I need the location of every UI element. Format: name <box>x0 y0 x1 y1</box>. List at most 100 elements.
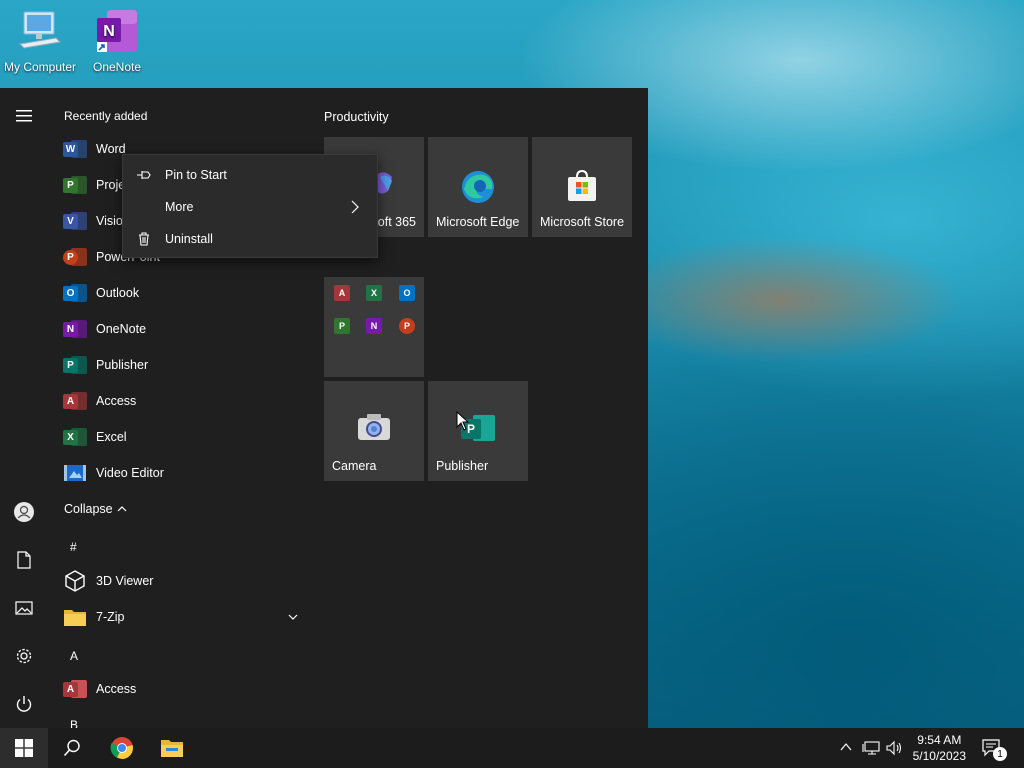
trash-icon <box>123 232 165 246</box>
folder-icon <box>62 604 88 630</box>
desktop-icon-onenote[interactable]: N OneNote <box>77 8 157 74</box>
context-menu: Pin to Start More Uninstall <box>122 154 378 258</box>
more-menu-item[interactable]: More <box>123 191 377 223</box>
chevron-up-icon[interactable] <box>840 742 852 752</box>
clock[interactable]: 9:54 AM 5/10/2023 <box>913 732 966 764</box>
app-item-excel[interactable]: X Excel <box>62 419 302 455</box>
app-item-onenote[interactable]: N OneNote <box>62 311 302 347</box>
search-icon <box>63 739 80 757</box>
chevron-down-icon[interactable] <box>288 613 298 621</box>
app-item-access[interactable]: A Access <box>62 383 302 419</box>
user-account-button[interactable] <box>0 492 48 532</box>
pin-icon <box>123 169 165 181</box>
recently-added-header: Recently added <box>64 109 148 123</box>
file-explorer-taskbar-button[interactable] <box>148 728 196 768</box>
app-item-publisher[interactable]: P Publisher <box>62 347 302 383</box>
access-icon: A <box>62 676 88 702</box>
chrome-taskbar-button[interactable] <box>98 728 146 768</box>
app-label: 3D Viewer <box>96 574 154 588</box>
camera-icon <box>357 413 391 444</box>
onenote-icon: N <box>62 316 88 342</box>
app-label: Excel <box>96 430 127 444</box>
start-rail <box>0 88 48 728</box>
edge-icon <box>460 169 496 208</box>
onenote-icon: N <box>93 8 141 56</box>
hamburger-menu-button[interactable] <box>0 96 48 136</box>
menu-item-label: More <box>165 200 194 214</box>
powerpoint-icon: P <box>62 244 88 270</box>
app-item-video-editor[interactable]: Video Editor <box>62 455 302 491</box>
app-item-access[interactable]: A Access <box>62 671 302 707</box>
app-label: Visio <box>96 214 123 228</box>
taskbar: 9:54 AM 5/10/2023 1 <box>0 728 1024 768</box>
network-icon[interactable] <box>862 740 880 756</box>
action-center-button[interactable]: 1 <box>972 728 1012 768</box>
tile-group-title: Productivity <box>324 110 389 124</box>
settings-button[interactable] <box>0 636 48 676</box>
collapse-button[interactable]: Collapse <box>62 491 262 527</box>
uninstall-menu-item[interactable]: Uninstall <box>123 223 377 255</box>
app-item-outlook[interactable]: O Outlook <box>62 275 302 311</box>
desktop-icon-label: My Computer <box>3 60 77 74</box>
svg-text:N: N <box>103 23 115 40</box>
pictures-button[interactable] <box>0 588 48 628</box>
windows-logo-icon <box>15 739 33 757</box>
section-header-a[interactable]: A <box>70 649 78 663</box>
pin-to-start-menu-item[interactable]: Pin to Start <box>123 159 377 191</box>
power-button[interactable] <box>0 684 48 724</box>
documents-icon <box>17 551 31 569</box>
chrome-icon <box>110 737 133 759</box>
access-icon: A <box>62 388 88 414</box>
section-header-b[interactable]: B <box>70 718 78 728</box>
tile-microsoft-edge[interactable]: Microsoft Edge <box>428 137 528 237</box>
notification-count-badge: 1 <box>993 747 1007 761</box>
publisher-icon: P <box>62 352 88 378</box>
tile-label: Microsoft Store <box>540 215 625 229</box>
mouse-cursor-icon <box>456 411 470 431</box>
start-button[interactable] <box>0 728 48 768</box>
app-label: Video Editor <box>96 466 164 480</box>
word-icon: W <box>62 136 88 162</box>
collapse-label: Collapse <box>64 502 113 516</box>
app-item-7-zip[interactable]: 7-Zip <box>62 599 302 635</box>
menu-item-label: Uninstall <box>165 232 213 246</box>
outlook-mini-icon: O <box>399 285 415 301</box>
power-icon <box>16 696 32 712</box>
menu-icon <box>16 110 32 122</box>
app-label: Outlook <box>96 286 140 300</box>
desktop-icon-my-computer[interactable]: My Computer <box>0 8 80 74</box>
store-icon <box>566 169 598 206</box>
chevron-right-icon <box>351 200 359 214</box>
tile-label: Camera <box>332 459 377 473</box>
visio-icon: V <box>62 208 88 234</box>
clock-date: 5/10/2023 <box>912 749 966 763</box>
3d-viewer-icon <box>62 568 88 594</box>
project-icon: P <box>62 172 88 198</box>
tile-camera[interactable]: Camera <box>324 381 424 481</box>
tile-microsoft-store[interactable]: Microsoft Store <box>532 137 632 237</box>
pictures-icon <box>15 601 33 615</box>
search-button[interactable] <box>48 728 96 768</box>
tile-label: Microsoft Edge <box>436 215 520 229</box>
volume-icon[interactable] <box>885 740 903 756</box>
file-explorer-icon <box>161 740 183 757</box>
computer-icon <box>16 8 64 56</box>
excel-mini-icon: X <box>366 285 382 301</box>
app-item-3d-viewer[interactable]: 3D Viewer <box>62 563 302 599</box>
user-icon <box>14 502 34 522</box>
settings-icon <box>16 648 32 664</box>
powerpoint-mini-icon: P <box>399 318 415 334</box>
tile-label: Publisher <box>436 459 489 473</box>
clock-time: 9:54 AM <box>917 733 962 747</box>
outlook-icon: O <box>62 280 88 306</box>
chevron-up-icon <box>117 506 127 512</box>
tile-office-folder[interactable]: A X O P N P <box>324 277 424 377</box>
desktop-icon-label: OneNote <box>92 60 142 74</box>
section-header-hash[interactable]: # <box>70 540 77 554</box>
documents-button[interactable] <box>0 540 48 580</box>
video-editor-icon <box>62 460 88 486</box>
tile-publisher[interactable]: P Publisher <box>428 381 528 481</box>
app-label: Publisher <box>96 358 149 372</box>
app-label: 7-Zip <box>96 610 125 624</box>
project-mini-icon: P <box>334 318 350 334</box>
